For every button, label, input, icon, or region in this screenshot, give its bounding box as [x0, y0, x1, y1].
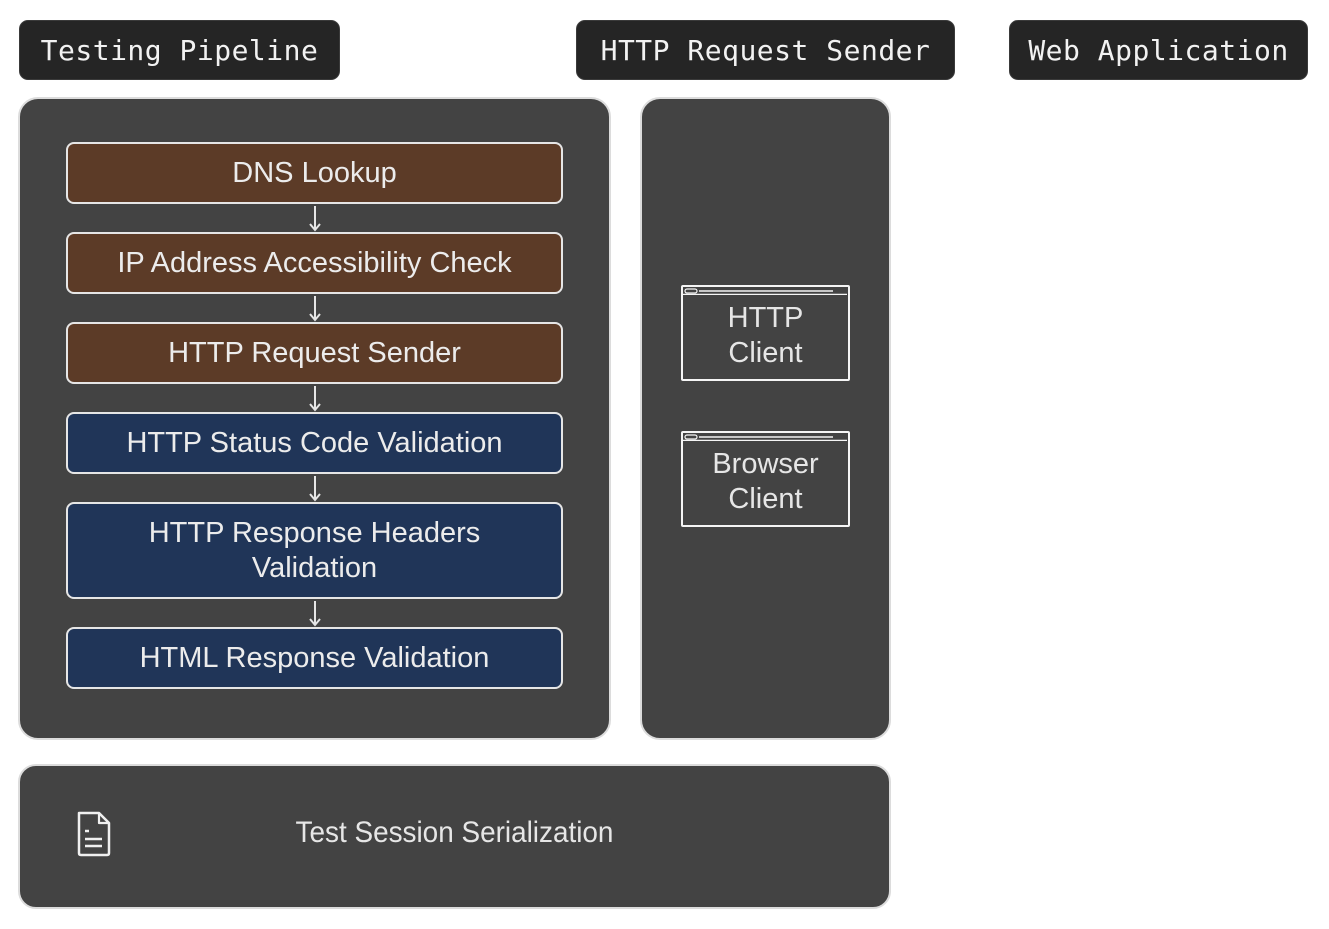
- client-label: HTTP Client: [727, 302, 804, 369]
- browser-window-icon: [683, 434, 847, 441]
- arrow-down-icon: [309, 296, 321, 322]
- pipeline-step-html-response-validation[interactable]: HTML Response Validation: [66, 627, 563, 689]
- lane-label-testing-pipeline: Testing Pipeline: [19, 20, 340, 80]
- pipeline-step-response-headers-validation[interactable]: HTTP Response Headers Validation: [66, 502, 563, 599]
- pipeline-step-ip-check[interactable]: IP Address Accessibility Check: [66, 232, 563, 294]
- arrow-down-icon: [309, 601, 321, 627]
- lane-label-http-request-sender: HTTP Request Sender: [576, 20, 955, 80]
- step-label: HTTP Status Code Validation: [126, 426, 503, 459]
- pipeline-step-dns-lookup[interactable]: DNS Lookup: [66, 142, 563, 204]
- step-label: HTTP Response Headers Validation: [148, 516, 481, 584]
- arrow-down-icon: [309, 386, 321, 412]
- http-request-sender-panel: [640, 97, 891, 740]
- pipeline-step-http-request-sender[interactable]: HTTP Request Sender: [66, 322, 563, 384]
- arrow-down-icon: [309, 206, 321, 232]
- arrow-down-icon: [309, 476, 321, 502]
- client-label: Browser Client: [712, 448, 819, 515]
- browser-client-node[interactable]: Browser Client: [681, 431, 850, 527]
- step-label: HTML Response Validation: [139, 641, 490, 674]
- browser-window-icon: [683, 288, 847, 295]
- step-label: DNS Lookup: [232, 156, 397, 189]
- pipeline-step-status-code-validation[interactable]: HTTP Status Code Validation: [66, 412, 563, 474]
- serialization-label: Test Session Serialization: [295, 816, 614, 849]
- http-client-node[interactable]: HTTP Client: [681, 285, 850, 381]
- step-label: HTTP Request Sender: [168, 336, 461, 369]
- step-label: IP Address Accessibility Check: [117, 246, 512, 279]
- test-session-serialization-panel[interactable]: Test Session Serialization: [18, 764, 891, 909]
- lane-label-web-application: Web Application: [1009, 20, 1308, 80]
